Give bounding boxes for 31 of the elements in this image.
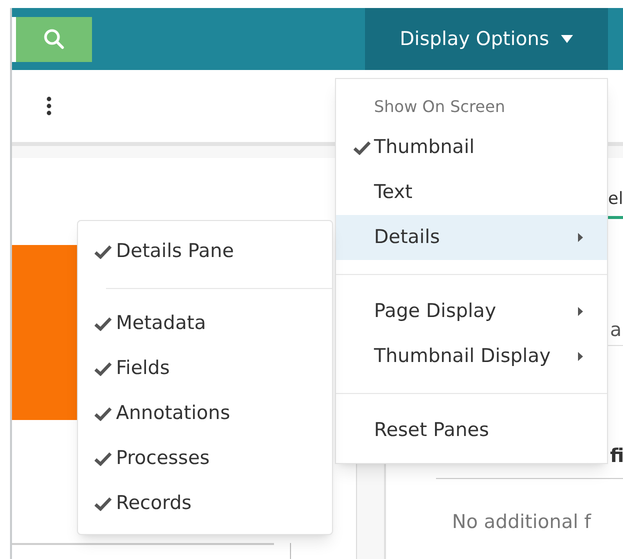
menu-item[interactable]: Thumbnail Display <box>336 334 607 379</box>
checkmark-icon <box>94 244 112 258</box>
menu-item[interactable]: Details Pane <box>78 229 332 274</box>
checkmark-icon <box>94 362 112 376</box>
more-options-icon[interactable] <box>46 96 52 116</box>
checkmark-icon <box>94 452 112 466</box>
tab-label[interactable]: el <box>608 187 623 212</box>
row-label: a <box>610 318 622 343</box>
submenu-arrow-icon <box>578 307 583 316</box>
caret-icon <box>561 35 574 43</box>
display-options-button[interactable]: Display Options <box>365 8 608 70</box>
checkmark-icon <box>353 140 371 154</box>
menu-item[interactable]: Details <box>336 215 607 260</box>
menu-item[interactable]: Reset Panes <box>336 408 607 453</box>
empty-message: No additional f <box>452 510 591 535</box>
checkmark-icon <box>94 316 112 330</box>
search-icon <box>43 28 65 50</box>
menu-header: Show On Screen <box>373 96 506 118</box>
menu-item[interactable]: Annotations <box>78 391 332 436</box>
submenu-arrow-icon <box>578 352 583 361</box>
menu-item[interactable]: Metadata <box>78 301 332 346</box>
menu-item[interactable]: Fields <box>78 346 332 391</box>
menu-item[interactable]: Processes <box>78 436 332 481</box>
menu-item[interactable]: Page Display <box>336 289 607 334</box>
menu-item[interactable]: Thumbnail <box>336 125 607 170</box>
checkmark-icon <box>94 496 112 510</box>
section-heading: fi <box>610 444 623 469</box>
menu-item[interactable]: Text <box>336 170 607 215</box>
submenu-arrow-icon <box>578 233 583 242</box>
menu-item[interactable]: Records <box>78 481 332 526</box>
checkmark-icon <box>94 406 112 420</box>
